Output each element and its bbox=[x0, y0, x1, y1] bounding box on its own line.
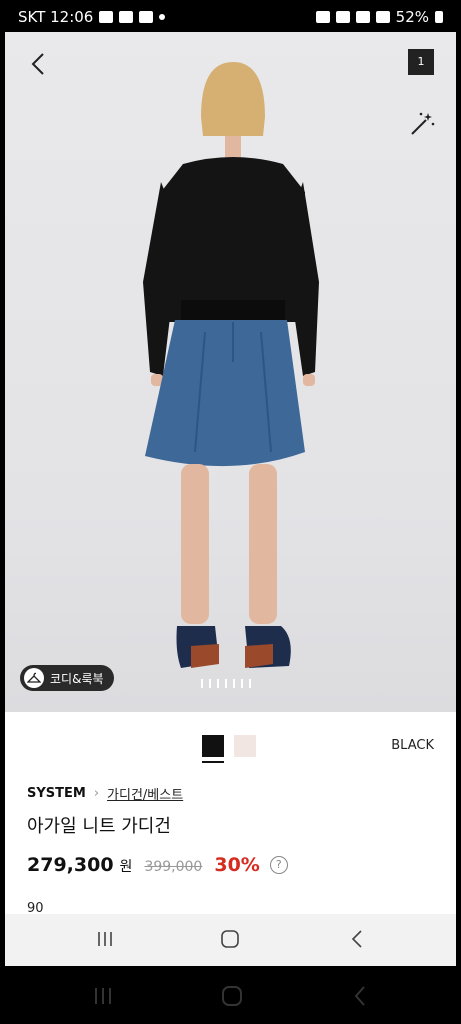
product-photo[interactable]: 1 코디&룩북 bbox=[5, 32, 456, 712]
coordi-lookbook-label: 코디&룩북 bbox=[50, 671, 104, 686]
original-price: 399,000 bbox=[144, 859, 203, 875]
message-icon bbox=[99, 11, 114, 23]
hanger-icon bbox=[24, 668, 44, 688]
status-bar: SKT 12:06 52% bbox=[0, 0, 461, 32]
image-icon bbox=[139, 11, 154, 23]
pagination-dot[interactable] bbox=[217, 679, 219, 688]
alarm-icon bbox=[315, 11, 330, 23]
more-notifications-icon bbox=[159, 14, 166, 20]
recent-apps-icon[interactable] bbox=[95, 930, 115, 948]
notification-icon bbox=[119, 11, 134, 23]
pagination-dot[interactable] bbox=[249, 679, 251, 688]
outer-home-icon[interactable] bbox=[221, 986, 243, 1006]
chevron-right-icon: › bbox=[93, 786, 100, 801]
color-swatches bbox=[202, 735, 256, 763]
pagination-dot[interactable] bbox=[209, 679, 211, 688]
pagination-dot[interactable] bbox=[233, 679, 235, 688]
outer-recent-apps-icon[interactable] bbox=[92, 986, 114, 1006]
pagination-dot[interactable] bbox=[241, 679, 243, 688]
currency-label: 원 bbox=[119, 859, 133, 875]
home-icon[interactable] bbox=[220, 930, 240, 948]
product-screen: 1 코디&룩북 BLACK SYSTEM › 가디건/베스트 아가일 니트 가디… bbox=[5, 32, 456, 966]
pagination-dot[interactable] bbox=[225, 679, 227, 688]
mute-icon bbox=[335, 11, 350, 23]
category-link[interactable]: 가디건/베스트 bbox=[107, 784, 183, 803]
price-row: 279,300 원 399,000 30% ? bbox=[27, 854, 288, 876]
sale-price: 279,300 bbox=[27, 854, 114, 876]
outer-nav-bar bbox=[0, 966, 461, 1024]
battery-icon bbox=[435, 11, 443, 23]
system-nav-bar bbox=[5, 914, 456, 966]
help-question-icon[interactable]: ? bbox=[269, 856, 288, 874]
color-swatch-cream[interactable] bbox=[234, 735, 256, 757]
breadcrumb: SYSTEM › 가디건/베스트 bbox=[27, 784, 183, 803]
magic-wand-icon[interactable] bbox=[408, 110, 436, 138]
back-arrow-icon[interactable] bbox=[25, 50, 53, 78]
color-swatch-black[interactable] bbox=[202, 735, 224, 763]
brand-link[interactable]: SYSTEM bbox=[27, 786, 86, 801]
wifi-icon bbox=[355, 11, 370, 23]
image-pagination bbox=[201, 679, 251, 688]
battery-text: 52% bbox=[395, 8, 429, 26]
selected-color-label: BLACK bbox=[391, 738, 434, 753]
nav-back-icon[interactable] bbox=[348, 930, 368, 948]
image-count-badge[interactable]: 1 bbox=[408, 49, 434, 75]
pagination-dot[interactable] bbox=[201, 679, 203, 688]
discount-rate: 30% bbox=[214, 854, 260, 876]
outer-back-icon[interactable] bbox=[350, 986, 372, 1006]
status-time: SKT 12:06 bbox=[18, 8, 94, 26]
product-title: 아가일 니트 가디건 bbox=[27, 816, 171, 837]
signal-icon bbox=[375, 11, 390, 23]
coordi-lookbook-button[interactable]: 코디&룩북 bbox=[20, 665, 114, 691]
model-illustration bbox=[143, 62, 319, 668]
